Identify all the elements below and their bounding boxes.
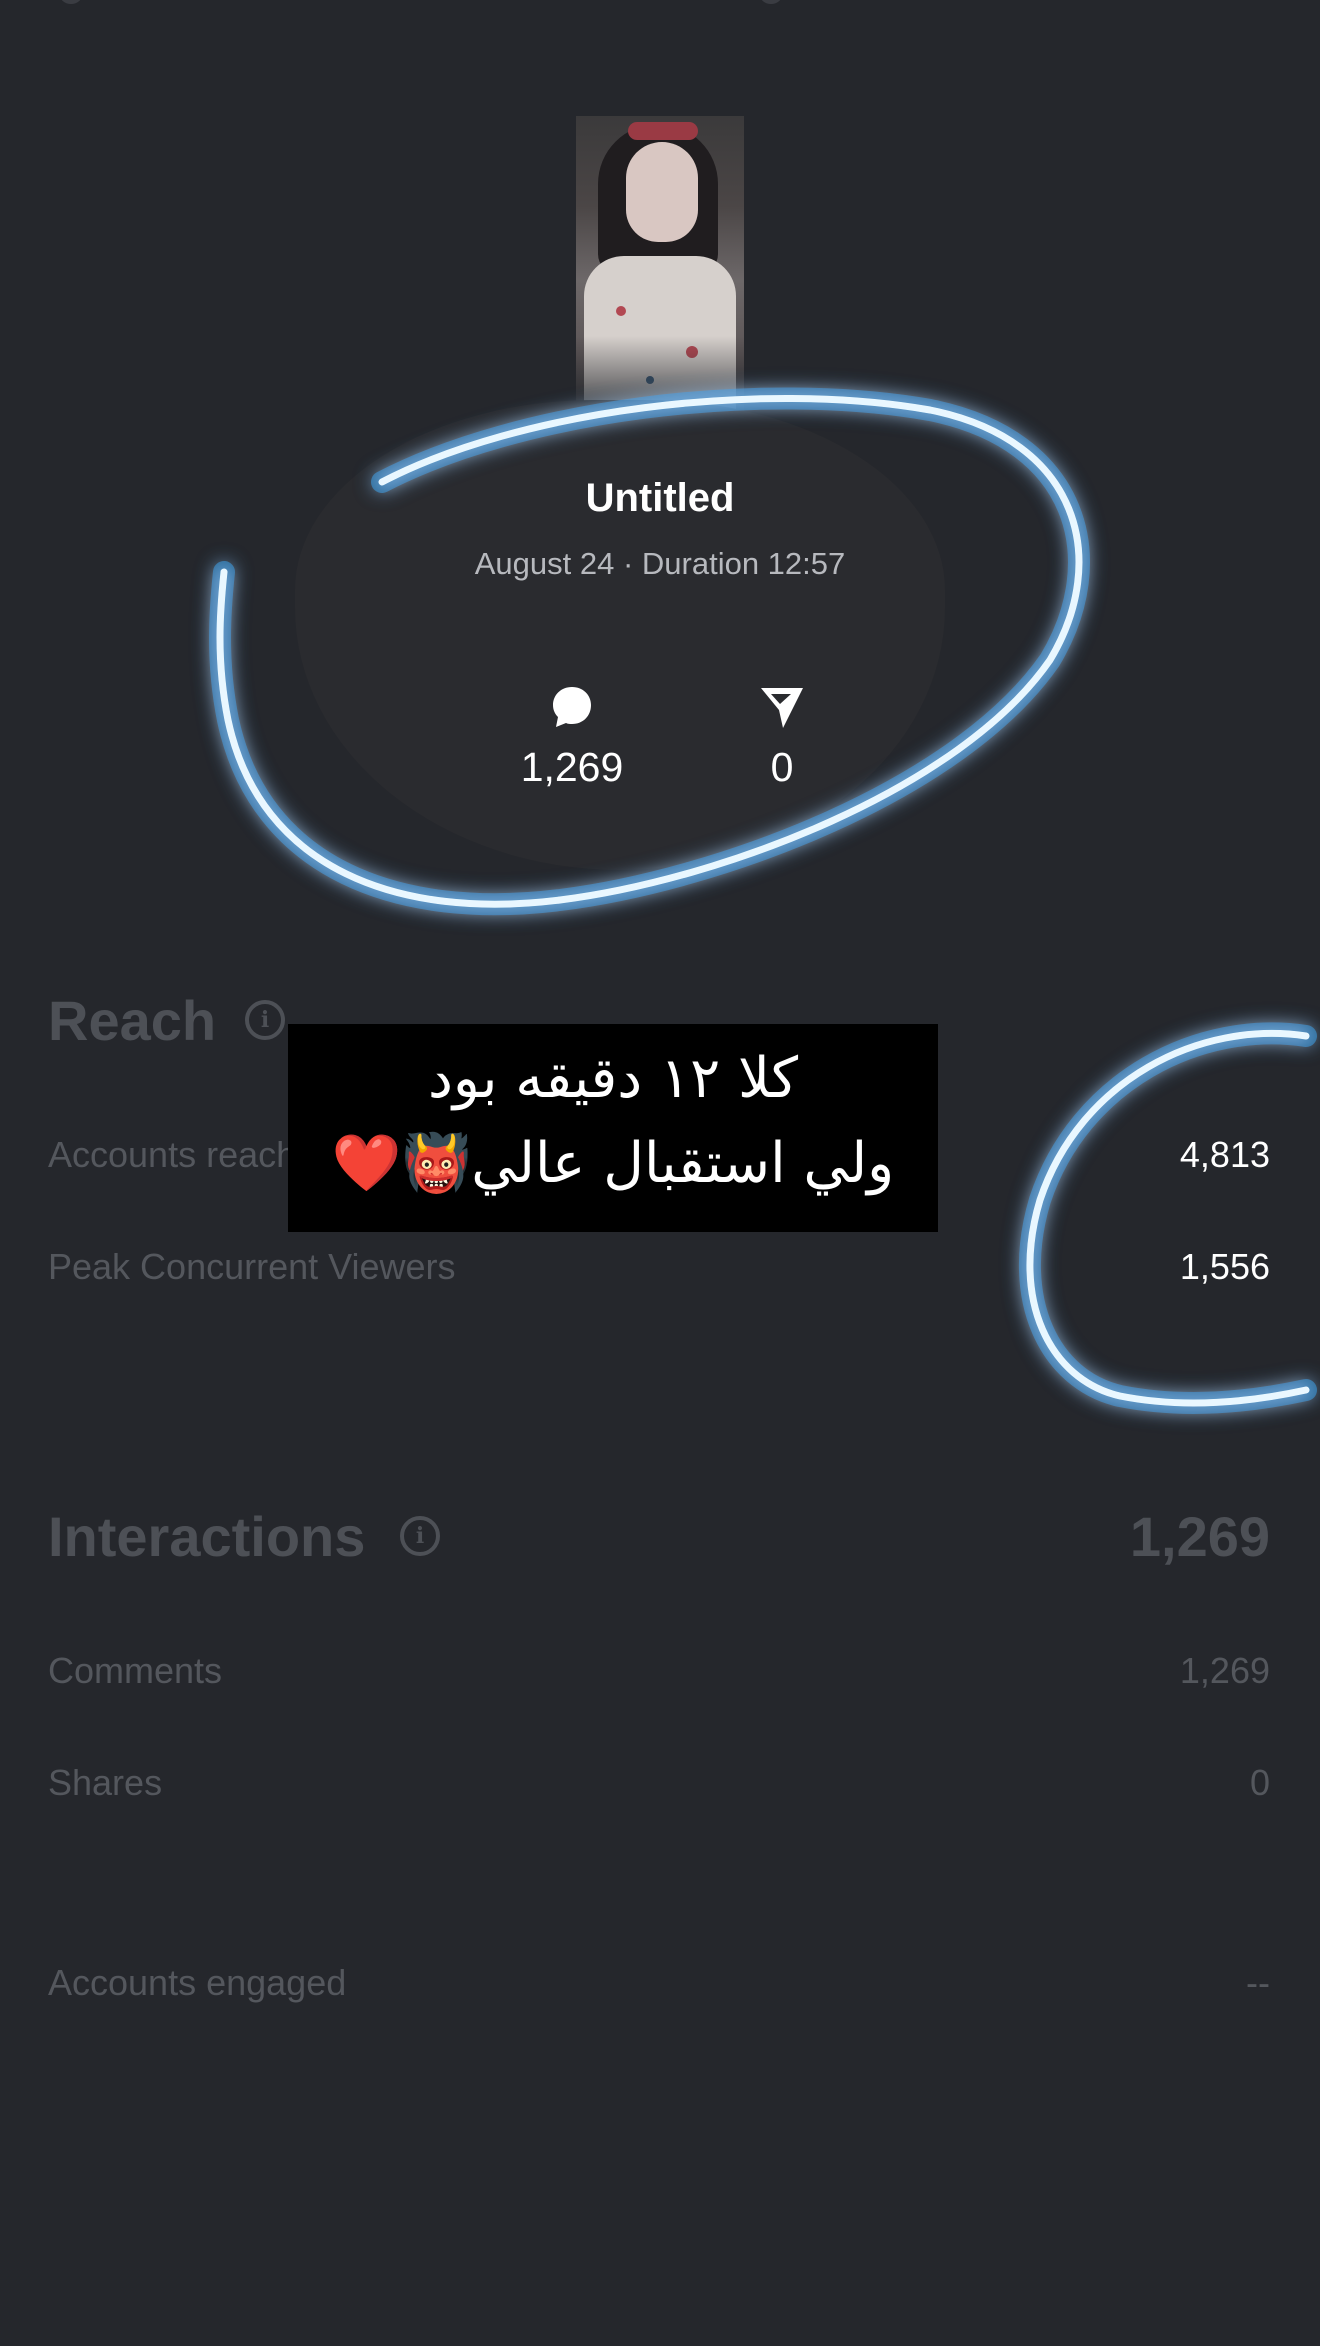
arc-highlight (1018, 1022, 1317, 1414)
ellipse-highlight (209, 387, 1090, 916)
highlight-annotations (209, 387, 1317, 1414)
